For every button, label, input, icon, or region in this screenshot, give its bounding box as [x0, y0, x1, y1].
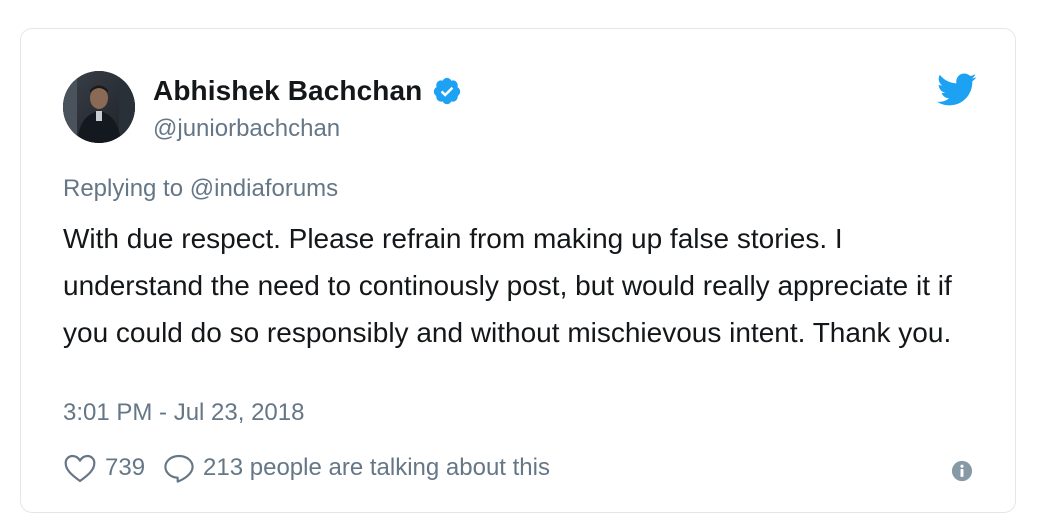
speech-bubble-icon [164, 454, 194, 483]
action-bar: 739 213 people are talking about this [63, 453, 550, 483]
tweet-text: With due respect. Please refrain from ma… [63, 223, 952, 348]
like-button[interactable]: 739 [63, 453, 145, 483]
avatar-image [63, 71, 135, 143]
conversation-button[interactable]: 213 people are talking about this [163, 453, 550, 483]
author-handle[interactable]: @juniorbachchan [153, 115, 462, 143]
author-name[interactable]: Abhishek Bachchan [153, 75, 422, 107]
twitter-bird-icon[interactable] [937, 73, 977, 107]
name-row: Abhishek Bachchan [153, 73, 462, 109]
conversation-label: 213 people are talking about this [203, 454, 550, 481]
avatar[interactable] [63, 71, 135, 143]
heart-icon [64, 454, 96, 483]
tweet-timestamp[interactable]: 3:01 PM - Jul 23, 2018 [63, 399, 304, 427]
author-block: Abhishek Bachchan @juniorbachchan [153, 73, 462, 143]
tweet-card: Abhishek Bachchan @juniorbachchan Replyi… [20, 28, 1016, 513]
reply-context: Replying to @indiaforums [63, 175, 338, 203]
reply-mention-link[interactable]: @indiaforums [190, 175, 338, 202]
like-count: 739 [105, 454, 146, 481]
reply-prefix: Replying to [63, 175, 184, 202]
verified-badge-icon [434, 77, 461, 105]
info-icon[interactable] [951, 460, 973, 482]
